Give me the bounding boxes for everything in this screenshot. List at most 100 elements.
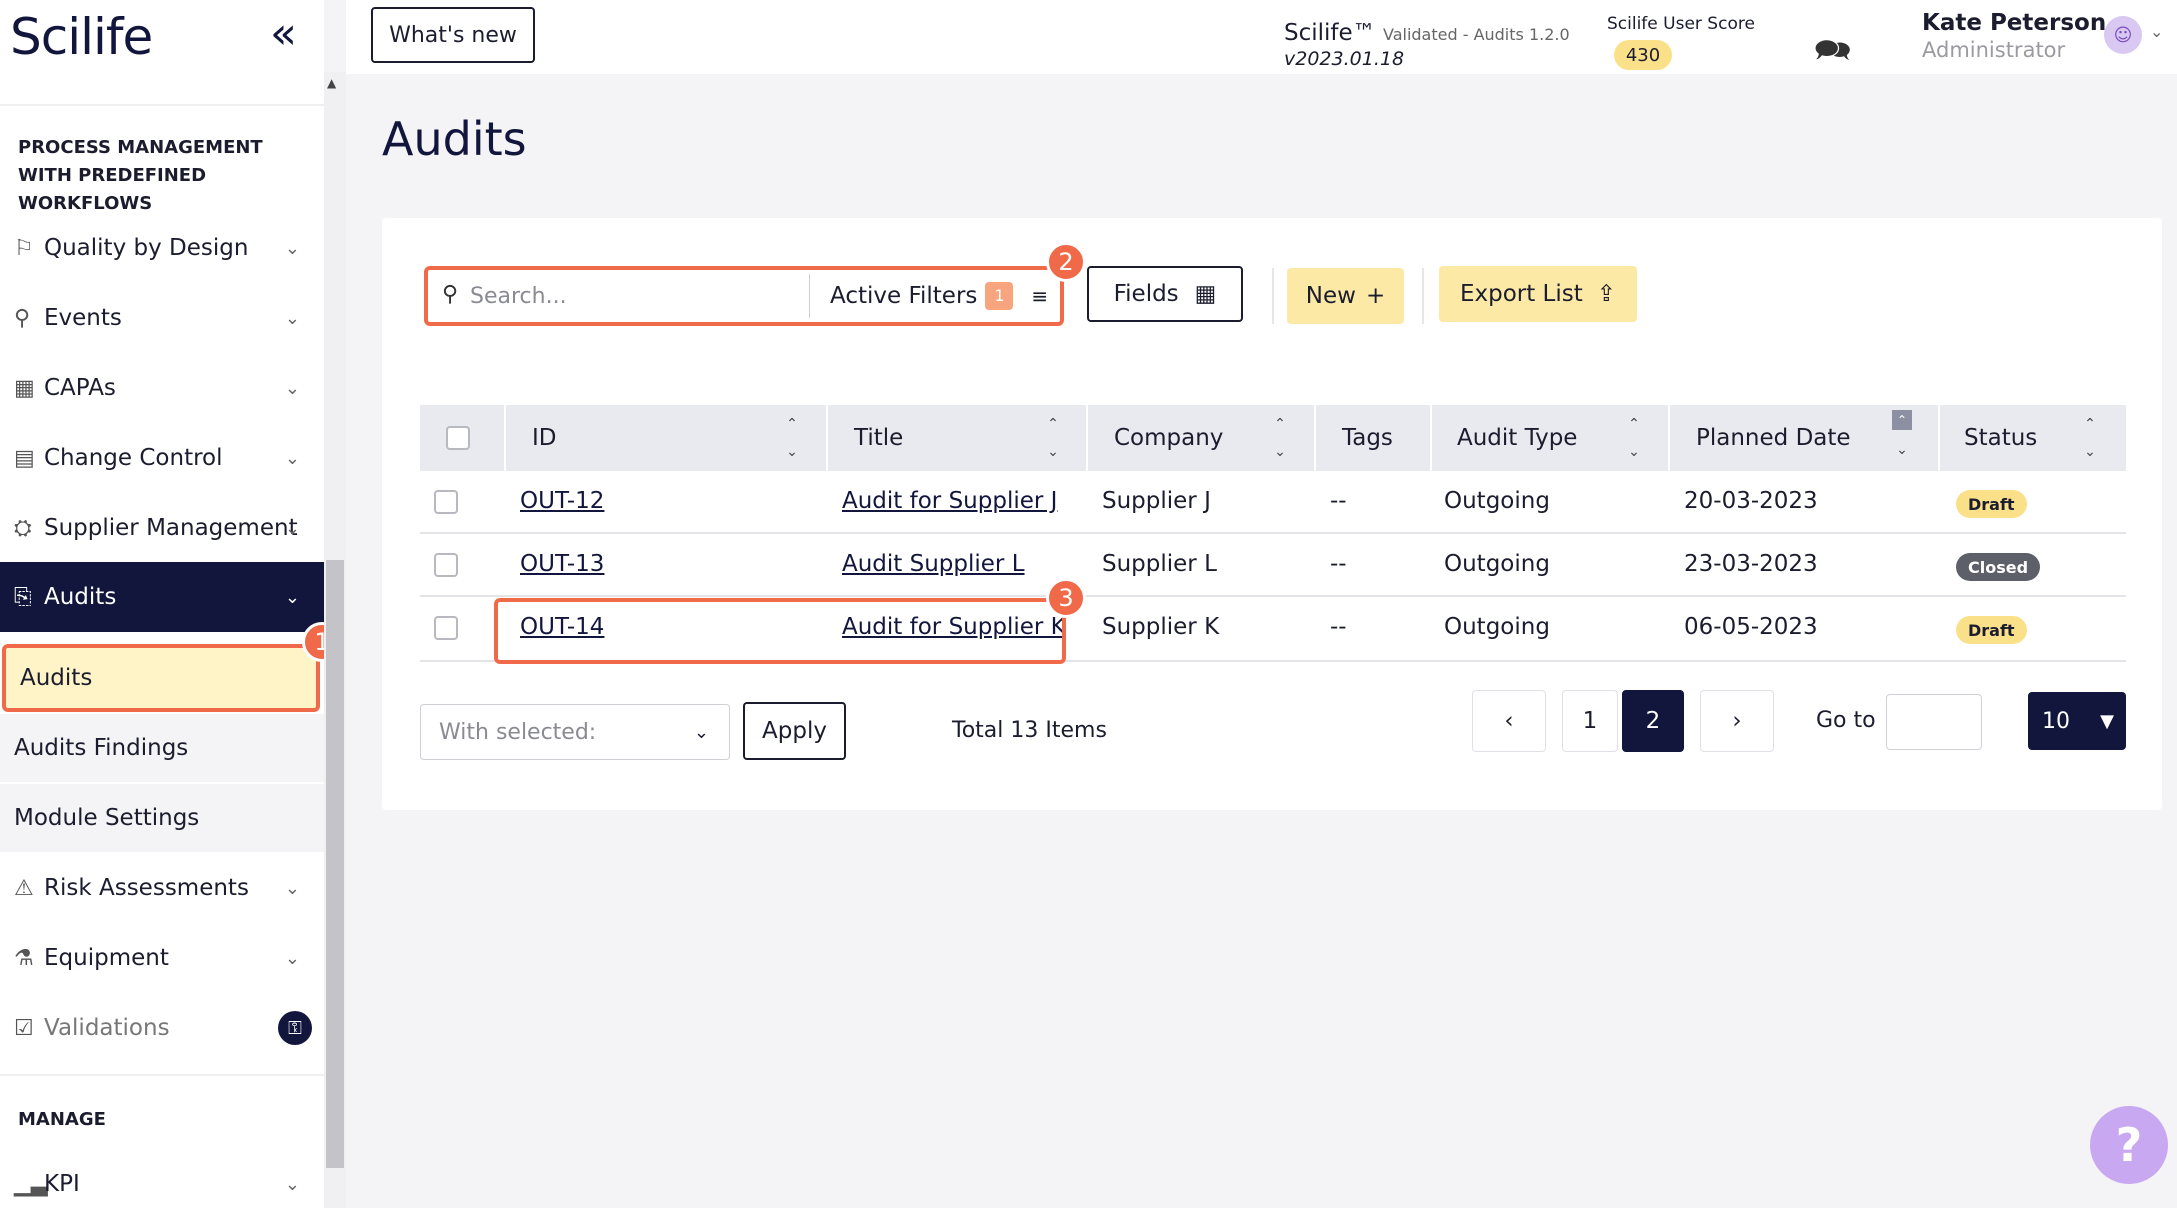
audit-title-link[interactable]: Audit for Supplier J	[842, 488, 1057, 514]
column-divider	[826, 405, 828, 471]
sidebar-item-quality-by-design[interactable]: ⚐ Quality by Design ⌄	[0, 214, 324, 282]
double-chevron-left-icon[interactable]: «	[270, 8, 297, 59]
chevron-right-icon: ›	[1732, 708, 1742, 734]
goto-label: Go to	[1816, 708, 1876, 733]
audit-id-link[interactable]: OUT-13	[520, 551, 604, 577]
sidebar-item-equipment[interactable]: ⚗ Equipment ⌄	[0, 924, 324, 992]
sidebar-item-validations[interactable]: ☑ Validations ⚿	[0, 994, 324, 1062]
select-all-checkbox[interactable]	[446, 426, 470, 450]
user-score-badge: 430	[1614, 40, 1672, 70]
sidebar-item-capas[interactable]: ▦ CAPAs ⌄	[0, 354, 324, 422]
user-name[interactable]: Kate Peterson	[1922, 10, 2106, 36]
chevron-down-icon: ⌄	[693, 721, 709, 743]
chevron-down-icon: ⌄	[284, 237, 300, 259]
filter-count-badge: 1	[985, 282, 1014, 310]
chevron-down-icon: ⌄	[284, 307, 300, 329]
sort-icon[interactable]: ⌃ ⌄	[782, 410, 802, 466]
sidebar-item-label: Audits	[44, 584, 117, 610]
sidebar-item-label: Change Control	[44, 445, 223, 471]
handshake-icon: ⛭	[14, 515, 32, 541]
avatar[interactable]: ☺	[2104, 16, 2142, 54]
chevron-up-icon: ⌄	[284, 586, 300, 608]
sidebar-item-label: Quality by Design	[44, 235, 249, 261]
column-header-planned-date[interactable]: Planned Date	[1696, 405, 1851, 471]
audit-tags: --	[1330, 551, 1347, 577]
with-selected-label: With selected:	[439, 719, 597, 745]
new-button[interactable]: New +	[1287, 268, 1404, 324]
fields-button[interactable]: Fields ▦	[1087, 266, 1243, 322]
bar-chart-icon: ▁▃	[14, 1171, 48, 1197]
app-logo[interactable]: Scilife	[10, 8, 153, 66]
fields-label: Fields	[1113, 281, 1179, 307]
sort-icon[interactable]: ⌃ ⌄	[2080, 410, 2100, 466]
sort-icon[interactable]: ⌃ ⌄	[1624, 410, 1644, 466]
per-page-select[interactable]: 10 ▼	[2028, 692, 2126, 750]
audit-company: Supplier K	[1102, 614, 1220, 640]
chevron-down-icon: ⌄	[284, 947, 300, 969]
search-input[interactable]	[432, 274, 810, 318]
chat-icon[interactable]: 🗪	[1814, 28, 1851, 79]
flask-icon: ⚗	[14, 945, 34, 971]
scroll-up-icon[interactable]: ▲	[327, 76, 336, 90]
audit-type: Outgoing	[1444, 488, 1550, 514]
goto-page-input[interactable]	[1886, 694, 1982, 750]
apply-button[interactable]: Apply	[743, 702, 846, 760]
sidebar-item-change-control[interactable]: ▤ Change Control ⌄	[0, 424, 324, 492]
sort-descending-icon[interactable]: ⌄	[1892, 436, 1912, 464]
export-list-button[interactable]: Export List ⇪	[1439, 266, 1637, 322]
column-header-company[interactable]: Company	[1114, 405, 1223, 471]
sidebar-subitem-module-settings[interactable]: Module Settings	[0, 784, 324, 852]
page-2-button[interactable]: 2	[1622, 690, 1684, 752]
prev-page-button[interactable]: ‹	[1472, 690, 1546, 752]
column-header-id[interactable]: ID	[532, 405, 557, 471]
top-header	[346, 0, 2177, 74]
with-selected-dropdown[interactable]: With selected: ⌄	[420, 704, 730, 760]
status-badge: Closed	[1956, 553, 2041, 581]
active-filters-button[interactable]: Active Filters 1 ≡	[818, 274, 1056, 318]
column-header-title[interactable]: Title	[854, 405, 903, 471]
audit-id-link[interactable]: OUT-12	[520, 488, 604, 514]
sidebar-item-label: KPI	[44, 1171, 80, 1197]
sidebar-item-audits[interactable]: ⎘ Audits ⌄	[0, 562, 324, 632]
chevron-down-icon: ⌄	[284, 447, 300, 469]
sidebar-item-events[interactable]: ⚲ Events ⌄	[0, 284, 324, 352]
table-icon: ▦	[1194, 281, 1217, 307]
audit-title-link[interactable]: Audit Supplier L	[842, 551, 1025, 577]
caret-down-icon: ▼	[2100, 710, 2114, 732]
row-checkbox[interactable]	[434, 616, 458, 640]
sidebar-scroll-thumb[interactable]	[326, 560, 344, 1168]
column-header-tags[interactable]: Tags	[1342, 405, 1393, 471]
help-icon[interactable]: ?	[2090, 1106, 2168, 1184]
row-divider	[420, 595, 2126, 597]
sidebar-item-risk-assessments[interactable]: ⚠ Risk Assessments ⌄	[0, 854, 324, 922]
toolbar-separator	[1272, 268, 1274, 324]
sort-icon[interactable]: ⌃ ⌄	[1043, 410, 1063, 466]
document-icon: ▤	[14, 445, 35, 471]
whats-new-button[interactable]: What's new	[371, 7, 535, 63]
chevron-down-icon: ⌄	[284, 517, 300, 539]
product-brand: Scilife™ Validated - Audits 1.2.0	[1284, 20, 1570, 46]
next-page-button[interactable]: ›	[1700, 690, 1774, 752]
toolbar-separator	[1422, 268, 1424, 324]
row-checkbox[interactable]	[434, 553, 458, 577]
active-filters-label: Active Filters	[830, 283, 978, 309]
sidebar-item-supplier-management[interactable]: ⛭ Supplier Management ⌄	[0, 494, 324, 562]
sort-icon[interactable]: ⌃ ⌄	[1270, 410, 1290, 466]
sidebar-subitem-audits[interactable]: Audits	[2, 644, 320, 712]
sort-ascending-icon[interactable]: ⌃	[1892, 410, 1912, 430]
filter-icon: ≡	[1031, 284, 1049, 308]
chevron-down-icon[interactable]: ⌄	[2150, 22, 2163, 41]
column-header-status[interactable]: Status	[1964, 405, 2037, 471]
sidebar-subitem-audits-findings[interactable]: Audits Findings	[0, 714, 324, 782]
upload-icon: ⇪	[1596, 281, 1617, 307]
sidebar-section-title: PROCESS MANAGEMENT WITH PREDEFINED WORKF…	[18, 137, 263, 214]
column-header-audit-type[interactable]: Audit Type	[1457, 405, 1577, 471]
search-filter-group: ⚲ Active Filters 1 ≡	[424, 266, 1064, 326]
row-checkbox[interactable]	[434, 490, 458, 514]
page-1-button[interactable]: 1	[1562, 690, 1618, 752]
column-divider	[1314, 405, 1316, 471]
sidebar-item-label: Risk Assessments	[44, 875, 249, 901]
export-label: Export List	[1459, 281, 1583, 307]
sidebar-item-kpi[interactable]: ▁▃ KPI ⌄	[0, 1160, 324, 1208]
audit-company: Supplier L	[1102, 551, 1217, 577]
